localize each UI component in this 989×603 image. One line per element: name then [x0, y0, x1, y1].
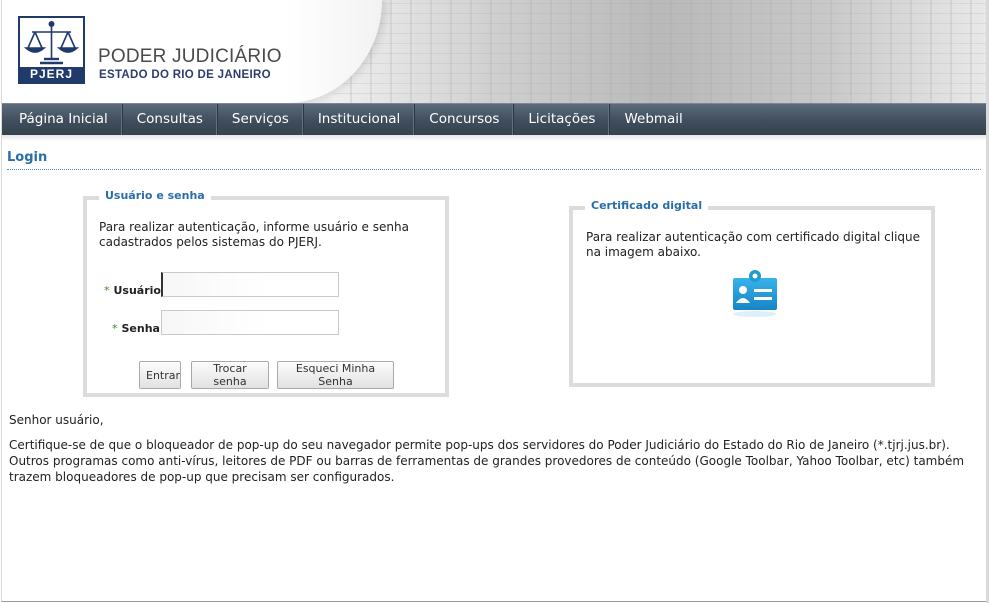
required-marker: *: [104, 284, 110, 297]
title-divider: [7, 169, 981, 170]
page-title: Login: [7, 150, 48, 165]
change-password-button[interactable]: Trocar senha: [191, 361, 269, 389]
submit-button[interactable]: Entrar: [139, 361, 181, 389]
browser-viewport: PJERJ PODER JUDICIÁRIO ESTADO DO RIO DE …: [1, 0, 988, 602]
username-label-text: Usuário:: [113, 284, 166, 297]
id-card-icon[interactable]: [731, 268, 779, 318]
popup-notice-text: Certifique-se de que o bloqueador de pop…: [9, 438, 965, 484]
nav-item-licitacoes[interactable]: Licitações: [514, 104, 611, 135]
nav-item-servicos[interactable]: Serviços: [218, 104, 304, 135]
digital-certificate-fieldset: Certificado digital Para realizar autent…: [569, 199, 935, 387]
certificate-intro-text: Para realizar autenticação com certifica…: [586, 230, 921, 259]
nav-item-concursos[interactable]: Concursos: [415, 104, 515, 135]
fieldset-legend: Certificado digital: [585, 199, 709, 212]
nav-item-institucional[interactable]: Institucional: [304, 104, 416, 135]
nav-item-pagina-inicial[interactable]: Página Inicial: [2, 104, 123, 135]
username-label: * Usuário:: [104, 284, 165, 297]
nav-item-consultas[interactable]: Consultas: [123, 104, 218, 135]
user-password-fieldset: Usuário e senha Para realizar autenticaç…: [83, 189, 449, 397]
forgot-password-button[interactable]: Esqueci Minha Senha: [277, 361, 394, 389]
logo-text: PJERJ: [20, 67, 83, 82]
required-marker: *: [112, 322, 118, 335]
header-banner-image: [332, 0, 987, 103]
username-input[interactable]: [161, 272, 339, 297]
main-nav: Página Inicial Consultas Serviços Instit…: [2, 103, 987, 135]
site-header: PJERJ PODER JUDICIÁRIO ESTADO DO RIO DE …: [2, 0, 987, 103]
nav-item-webmail[interactable]: Webmail: [610, 104, 696, 135]
pjerj-logo[interactable]: PJERJ: [18, 16, 85, 84]
notice-greeting: Senhor usuário,: [9, 413, 104, 427]
org-title: PODER JUDICIÁRIO: [98, 46, 282, 67]
scales-of-justice-icon: [23, 20, 80, 65]
nav-shadow: [2, 135, 987, 141]
fieldset-legend: Usuário e senha: [99, 189, 211, 202]
org-subtitle: ESTADO DO RIO DE JANEIRO: [99, 69, 271, 81]
password-label-text: Senha:: [121, 322, 165, 335]
password-label: * Senha:: [112, 322, 164, 335]
password-input[interactable]: [161, 310, 339, 335]
login-intro-text: Para realizar autenticação, informe usuá…: [99, 220, 409, 249]
